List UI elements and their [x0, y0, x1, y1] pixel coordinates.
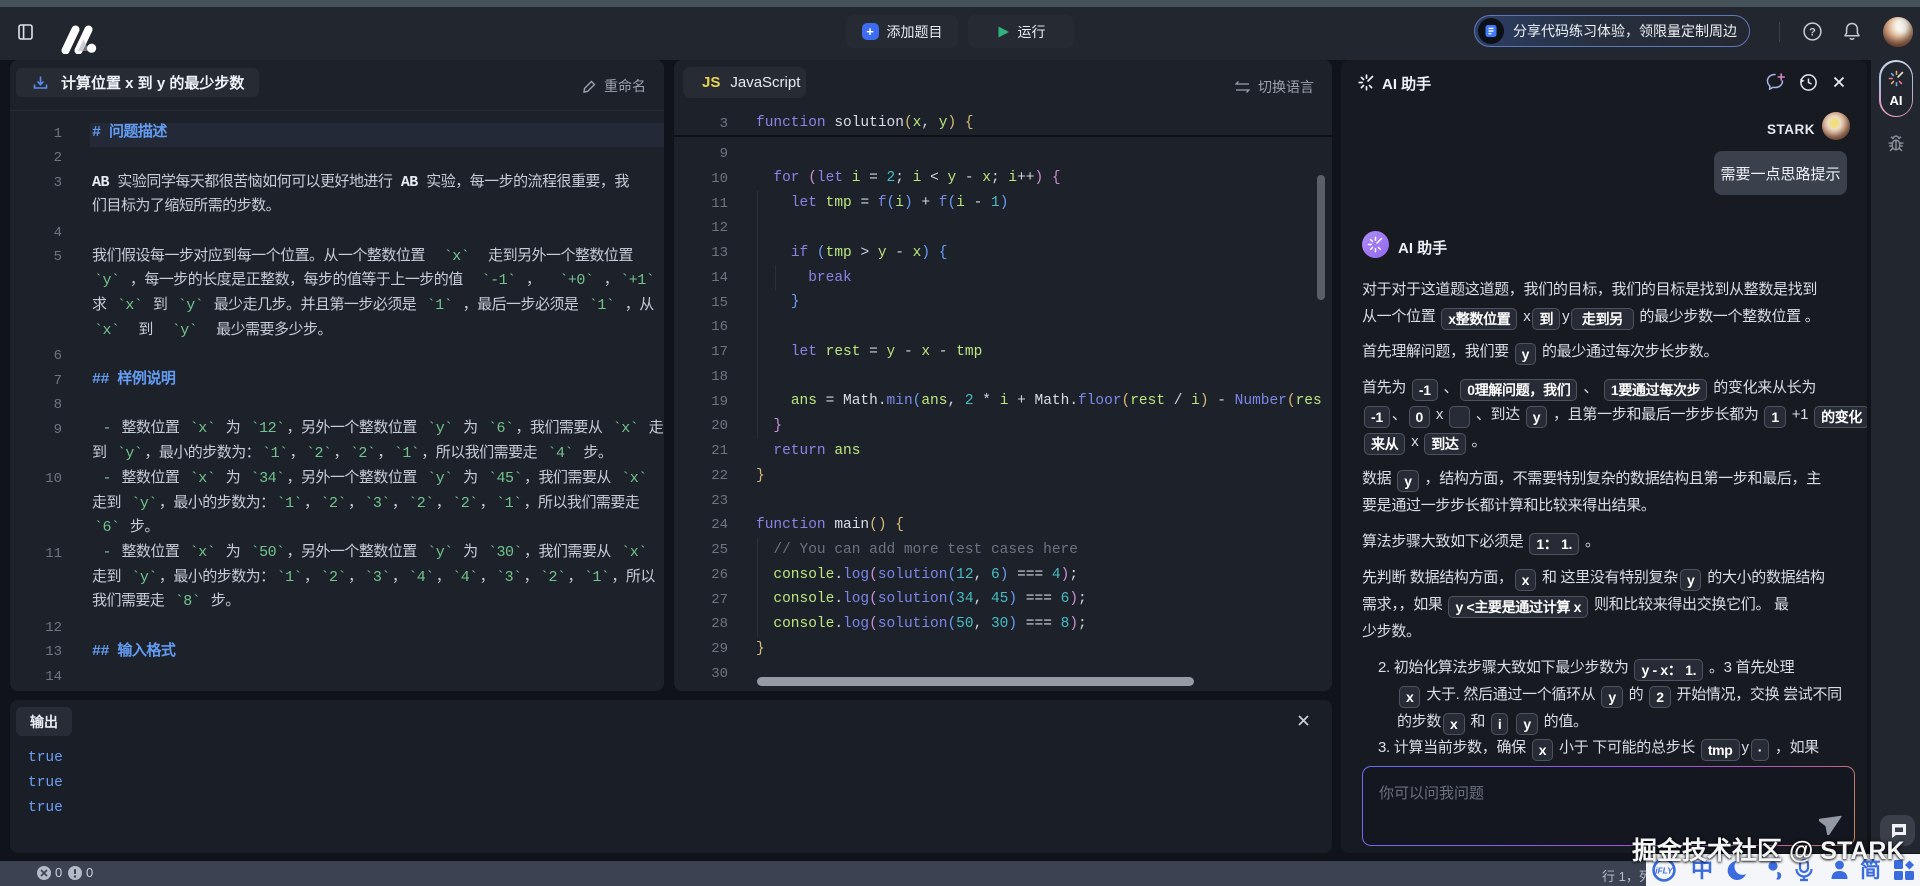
svg-text:iFLY: iFLY — [1655, 866, 1674, 876]
svg-text:?: ? — [1809, 26, 1816, 38]
